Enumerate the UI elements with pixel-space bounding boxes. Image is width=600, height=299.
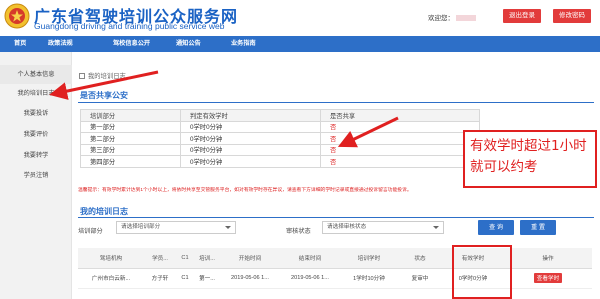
arrow-to-share-status <box>337 116 399 148</box>
arrow-to-sidebar <box>49 70 159 100</box>
valid-hours-highlight <box>452 245 512 299</box>
annotation-callout-text: 有效学时超过1小时就可以约考 <box>470 138 587 175</box>
